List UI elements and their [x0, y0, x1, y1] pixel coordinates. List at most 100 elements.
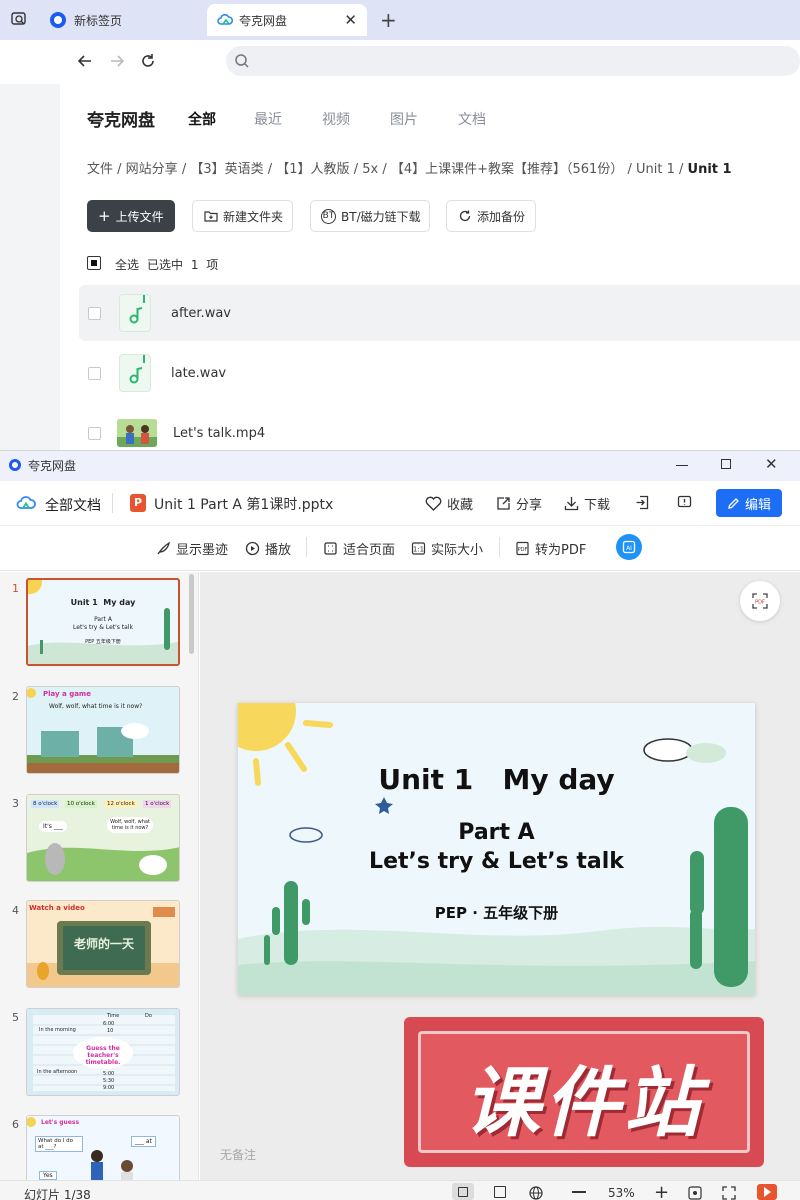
nav-all[interactable]: 全部 — [188, 109, 216, 129]
slide-thumbnail[interactable]: Watch a video 老师的一天 — [26, 900, 180, 988]
breadcrumb-item[interactable]: 【1】人教版 — [276, 162, 349, 177]
breadcrumb-item[interactable]: Unit 1 — [636, 162, 675, 177]
select-all-checkbox[interactable] — [87, 256, 101, 270]
plus-icon: + — [98, 207, 111, 225]
breadcrumb-item[interactable]: 5x — [362, 162, 378, 177]
viewer-toolbar — [0, 525, 800, 571]
maximize-icon[interactable] — [721, 459, 731, 469]
divider — [499, 537, 500, 557]
thumb-title: Unit 1 My day — [70, 598, 136, 607]
breadcrumb-item[interactable]: 【3】英语类 — [190, 162, 263, 177]
thumb-tag: 8 o'clock — [31, 800, 60, 808]
slide-thumbnail[interactable]: 8 o'clock 10 o'clock 12 o'clock 1 o'cloc… — [26, 794, 180, 882]
quark-browser-icon — [50, 12, 66, 28]
thumb-bubble: Wolf, wolf, what time is it now? — [107, 817, 153, 833]
play-button[interactable]: 播放 — [245, 539, 291, 558]
show-ink-button[interactable]: 显示墨迹 — [156, 539, 228, 558]
fullscreen-icon[interactable] — [722, 1186, 736, 1200]
edit-button[interactable]: 编辑 — [716, 489, 782, 517]
slide-thumbnail[interactable]: Let's guess What do I do at ___? ___ at … — [26, 1115, 180, 1180]
search-icon — [234, 53, 250, 69]
globe-icon[interactable] — [529, 1186, 543, 1200]
all-docs-link[interactable]: 全部文档 — [45, 495, 101, 515]
slide-thumbnail[interactable]: Time Do In the morning In the afternoon … — [26, 1008, 180, 1096]
status-bar — [0, 1180, 800, 1200]
thumb-text: Time — [107, 1013, 120, 1019]
download-button[interactable]: 下载 — [564, 494, 610, 513]
normal-view-icon[interactable] — [452, 1183, 474, 1200]
zoom-in-button[interactable]: + — [654, 1182, 669, 1200]
play-icon — [245, 541, 260, 556]
file-name[interactable]: late.wav — [171, 366, 226, 381]
tab-list-icon[interactable] — [10, 10, 28, 28]
reload-icon[interactable] — [139, 52, 157, 70]
close-icon[interactable]: ✕ — [765, 455, 778, 473]
thumbnail-scrollbar[interactable] — [189, 574, 194, 654]
file-name[interactable]: after.wav — [171, 306, 231, 321]
folder-plus-icon — [204, 210, 218, 222]
breadcrumb-item[interactable]: 文件 — [87, 162, 113, 177]
share-icon — [496, 496, 511, 511]
convert-pdf-button[interactable]: PDF 转为PDF — [515, 539, 586, 558]
tab-new-tab[interactable]: 新标签页 — [40, 4, 200, 36]
back-arrow-icon[interactable] — [76, 52, 94, 70]
bt-download-button[interactable]: BT BT/磁力链下载 — [310, 200, 430, 232]
url-input[interactable] — [226, 46, 800, 76]
slide-title: Unit 1 My day — [378, 763, 615, 796]
forward-arrow-icon[interactable] — [108, 52, 126, 70]
nav-recent[interactable]: 最近 — [254, 109, 282, 129]
select-all-label[interactable]: 全选 — [115, 256, 139, 273]
breadcrumb-item[interactable]: 【4】上课课件+教案【推荐】（561份） — [391, 162, 623, 177]
zoom-out-button[interactable] — [572, 1191, 586, 1193]
refresh-icon — [458, 209, 472, 223]
pencil-icon — [727, 497, 740, 510]
share-button[interactable]: 分享 — [496, 494, 542, 513]
ai-assistant-icon[interactable]: AI — [616, 534, 642, 560]
nav-video[interactable]: 视频 — [322, 109, 350, 129]
thumb-text: ___ at — [131, 1136, 156, 1147]
breadcrumb-current: Unit 1 — [687, 162, 732, 177]
nav-image[interactable]: 图片 — [390, 109, 418, 129]
zoom-level: 53% — [608, 1186, 635, 1200]
quark-logo: 夸克网盘 — [87, 111, 155, 131]
open-external-icon[interactable] — [635, 495, 650, 510]
selected-count: 已选中 1 项 — [147, 258, 219, 272]
favorite-button[interactable]: 收藏 — [425, 494, 473, 513]
file-row[interactable]: late.wav — [79, 345, 800, 401]
notes-placeholder: 无备注 — [220, 1148, 257, 1162]
fit-screen-icon[interactable] — [688, 1186, 702, 1200]
close-icon[interactable]: ✕ — [344, 11, 357, 29]
add-backup-button[interactable]: 添加备份 — [446, 200, 536, 232]
thumb-text: In the afternoon — [37, 1069, 78, 1075]
thumb-banner: Watch a video — [29, 904, 85, 912]
slide-thumbnail[interactable]: Unit 1 My day Part A Let's try & Let's t… — [26, 578, 180, 666]
row-checkbox[interactable] — [88, 366, 101, 380]
file-row[interactable]: after.wav — [79, 285, 800, 341]
nav-docs[interactable]: 文档 — [458, 109, 486, 129]
slideshow-play-button[interactable] — [757, 1184, 777, 1200]
thumb-text: 6:00 — [103, 1021, 115, 1027]
feedback-icon[interactable] — [677, 495, 692, 510]
tab-label: 夸克网盘 — [239, 13, 288, 28]
fit-page-button[interactable]: 适合页面 — [323, 539, 395, 558]
file-name[interactable]: Let's talk.mp4 — [173, 426, 265, 441]
slide-canvas[interactable]: Unit 1 My day Part A Let’s try & Let’s t… — [238, 703, 755, 995]
breadcrumb-item[interactable]: 网站分享 — [126, 162, 178, 177]
row-checkbox[interactable] — [88, 426, 101, 440]
svg-text:PDF: PDF — [518, 547, 528, 553]
actual-size-button[interactable]: 1:1 实际大小 — [411, 539, 483, 558]
tab-quark-drive[interactable]: 夸克网盘 ✕ — [207, 4, 367, 36]
new-tab-button[interactable]: + — [380, 8, 397, 32]
thumb-text: Part A — [94, 616, 112, 623]
download-icon — [564, 496, 579, 511]
minimize-icon[interactable] — [676, 458, 688, 470]
pdf-scan-icon: PDF — [751, 592, 769, 610]
notes-view-icon[interactable] — [494, 1186, 506, 1198]
slide-number: 4 — [12, 904, 19, 917]
new-folder-button[interactable]: 新建文件夹 — [192, 200, 293, 232]
thumb-text: Do — [145, 1013, 152, 1019]
pdf-export-float-button[interactable]: PDF — [740, 581, 780, 621]
row-checkbox[interactable] — [88, 306, 101, 320]
slide-thumbnail[interactable]: Play a game Wolf, wolf, what time is it … — [26, 686, 180, 774]
upload-button[interactable]: + 上传文件 — [87, 200, 175, 232]
